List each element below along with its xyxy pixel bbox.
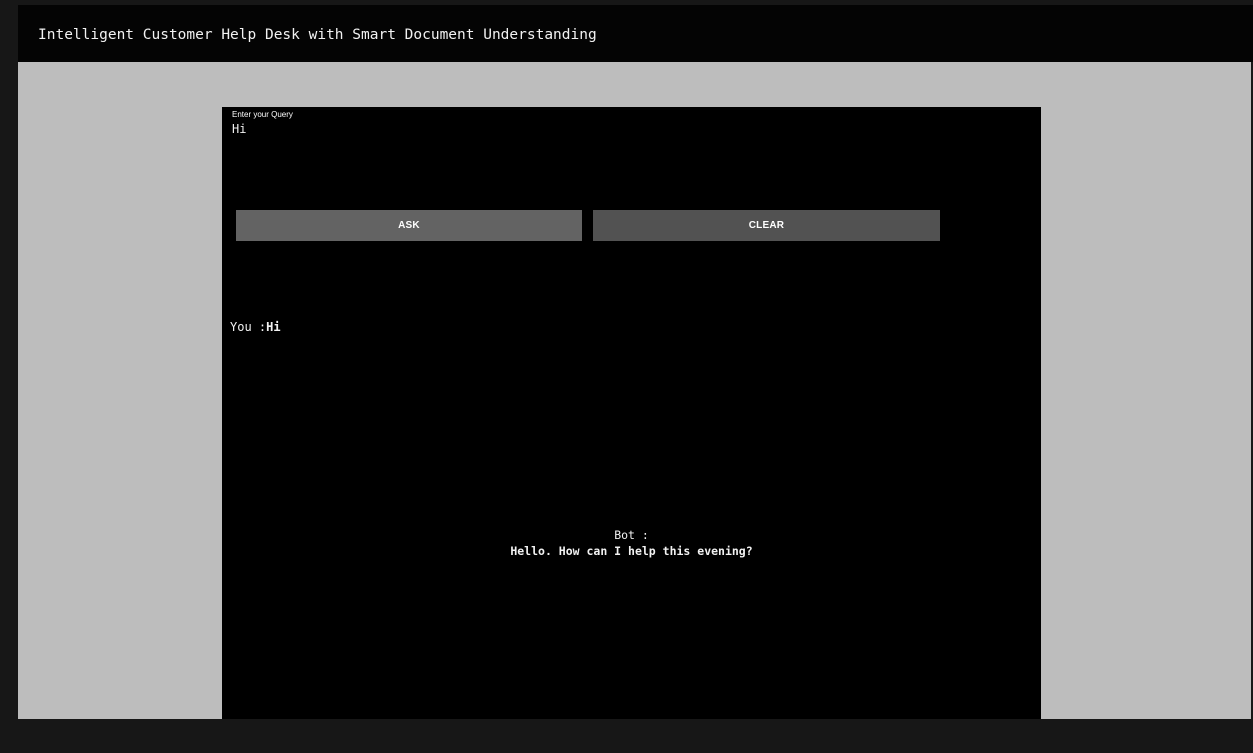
bot-message-prefix: Bot : (614, 528, 649, 542)
query-label: Enter your Query (232, 110, 293, 119)
user-message-text: Hi (266, 320, 281, 334)
app-header: Intelligent Customer Help Desk with Smar… (18, 5, 1253, 62)
chat-panel: Enter your Query Hi ASK CLEAR You :Hi Bo… (222, 107, 1041, 719)
user-message-prefix: You : (230, 320, 267, 334)
app-title: Intelligent Customer Help Desk with Smar… (38, 27, 597, 43)
user-message: You :Hi (230, 319, 281, 335)
clear-button[interactable]: CLEAR (593, 210, 940, 241)
bot-message: Bot : Hello. How can I help this evening… (222, 527, 1041, 559)
app-frame: Intelligent Customer Help Desk with Smar… (0, 0, 1253, 753)
ask-button[interactable]: ASK (236, 210, 582, 241)
query-input[interactable]: Hi (232, 121, 1022, 201)
bot-message-text: Hello. How can I help this evening? (510, 544, 753, 558)
